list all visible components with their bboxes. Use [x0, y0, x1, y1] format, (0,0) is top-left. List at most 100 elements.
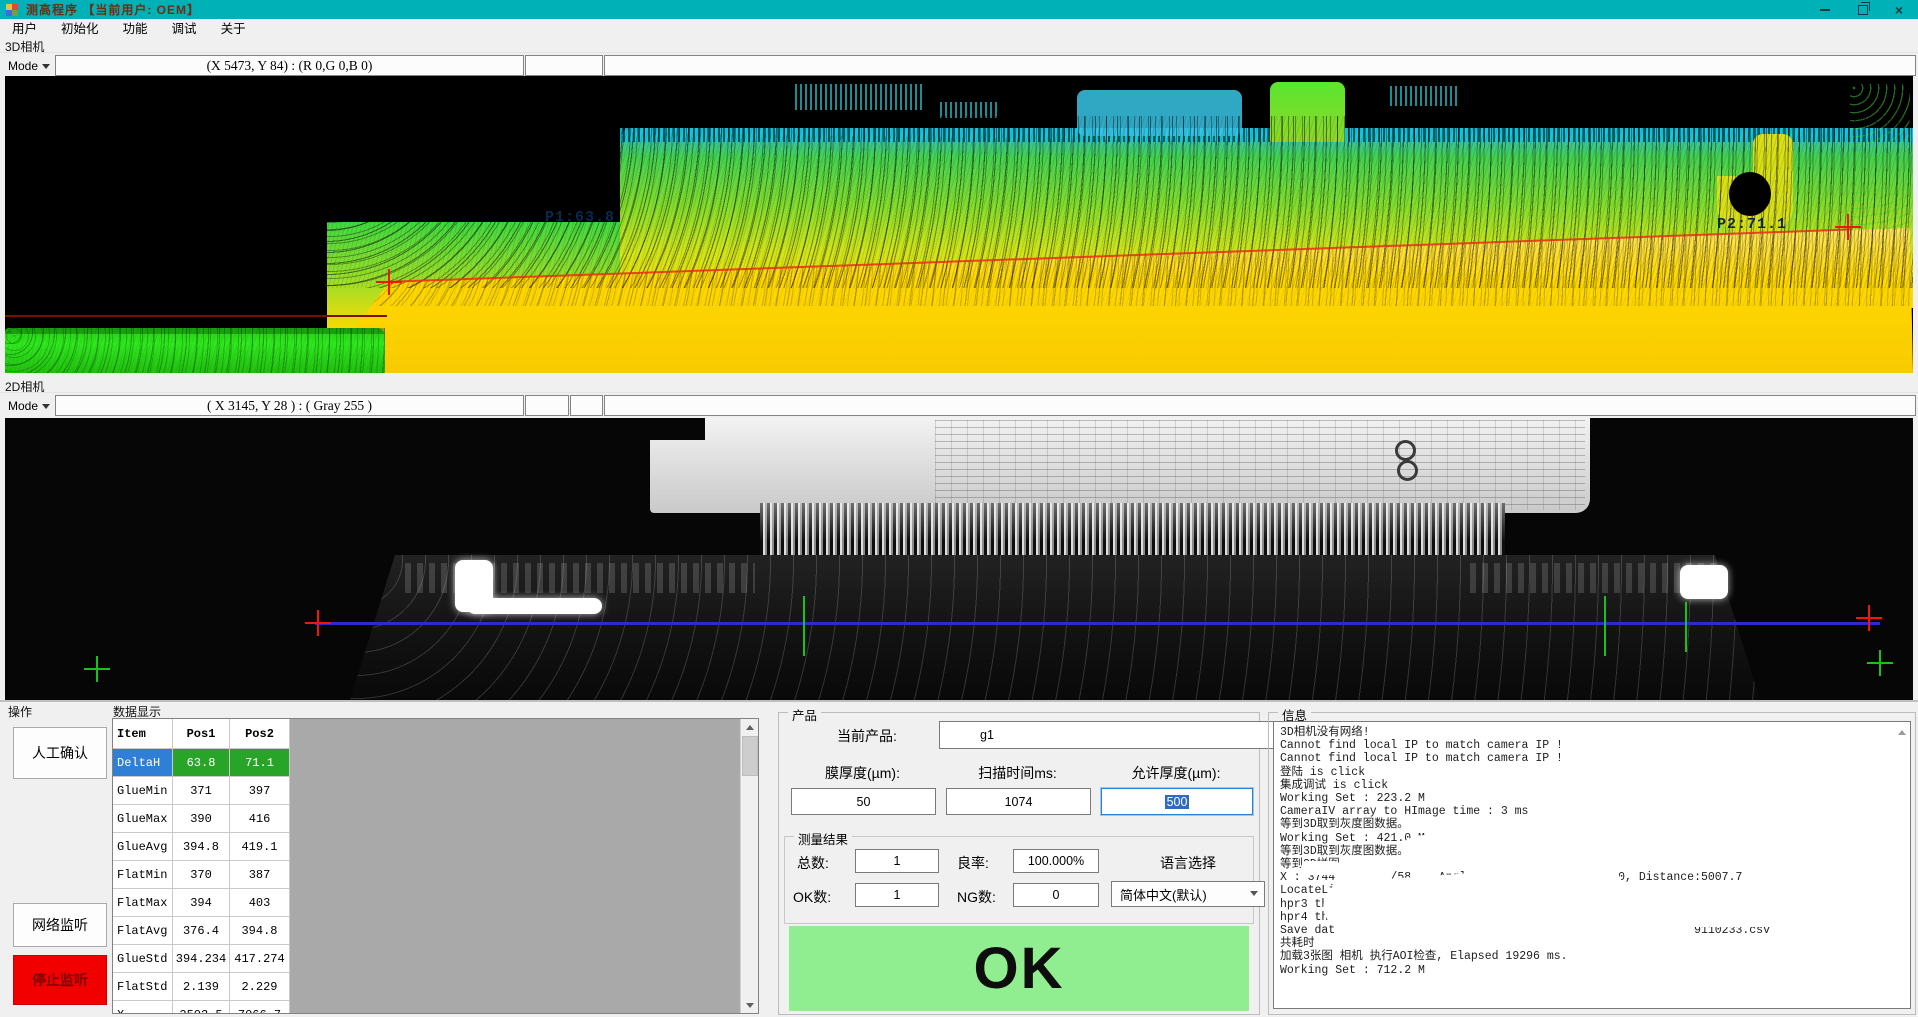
- scroll-down-button[interactable]: [741, 997, 758, 1013]
- table-row[interactable]: FlatMin370387: [113, 861, 290, 889]
- chevron-down-icon: [42, 404, 50, 409]
- green-tick: [1685, 602, 1687, 652]
- pixel-readout-3d: (X 5473, Y 84) : (R 0,G 0,B 0): [55, 55, 524, 76]
- cell-item: GlueMax: [113, 805, 173, 833]
- cell-pos2: 2.229: [230, 973, 290, 1001]
- total-input[interactable]: 1: [855, 849, 939, 873]
- solder-highlight: [467, 598, 602, 614]
- measurement-table[interactable]: ItemPos1Pos2 DeltaH63.871.1GlueMin371397…: [112, 718, 759, 1014]
- menu-item[interactable]: 初始化: [49, 18, 111, 37]
- selected-text: 500: [1165, 795, 1190, 809]
- ng-count-input[interactable]: 0: [1013, 883, 1099, 907]
- reference-line: [5, 315, 387, 317]
- solder-highlight: [1680, 565, 1728, 599]
- camera3d-viewport[interactable]: P1:63.8 P2:71.1: [5, 76, 1913, 373]
- scroll-up-button[interactable]: [1893, 724, 1910, 740]
- menu-item[interactable]: 用户: [0, 18, 49, 37]
- cell-pos2: 403: [230, 889, 290, 917]
- table-header-row: ItemPos1Pos2: [113, 719, 290, 749]
- scroll-up-button[interactable]: [741, 719, 758, 735]
- table-row[interactable]: X2503.57066.7: [113, 1001, 290, 1014]
- cell-item: FlatStd: [113, 973, 173, 1001]
- ok-count-label: OK数:: [793, 887, 831, 907]
- cell-pos1: 2.139: [173, 973, 230, 1001]
- crosshair-marker-p2: [1835, 214, 1861, 240]
- film-thickness-label: 膜厚度(µm):: [791, 763, 934, 783]
- application-window: 测高程序 【当前用户: OEM】 × 用户初始化功能调试关于 3D相机 Mode…: [0, 0, 1918, 1017]
- cell-pos2: 416: [230, 805, 290, 833]
- network-listen-button[interactable]: 网络监听: [13, 903, 107, 947]
- info-log-text: 3D相机没有网络! Cannot find local IP to match …: [1280, 726, 1892, 977]
- noise-speckles: [1390, 86, 1460, 106]
- menu-item[interactable]: 关于: [209, 18, 258, 37]
- minimize-button[interactable]: [1810, 2, 1840, 17]
- menu-bar: 用户初始化功能调试关于: [0, 19, 1918, 36]
- stop-listen-button[interactable]: 停止监听: [13, 955, 107, 1005]
- cell-pos1: 376.4: [173, 917, 230, 945]
- cell-pos2: 419.1: [230, 833, 290, 861]
- circuit-traces: [935, 420, 1585, 510]
- cell-pos1: 390: [173, 805, 230, 833]
- table-header-cell[interactable]: Pos2: [230, 719, 290, 749]
- redaction-smudge: [1301, 861, 1341, 875]
- crosshair-marker-left: [305, 610, 331, 636]
- menu-item[interactable]: 功能: [111, 18, 160, 37]
- window-title: 测高程序 【当前用户: OEM】: [26, 1, 200, 18]
- camera2d-viewport[interactable]: [5, 418, 1913, 700]
- table-header-cell[interactable]: Item: [113, 719, 173, 749]
- mode-dropdown-3d[interactable]: Mode: [4, 55, 54, 77]
- cell-item: FlatMax: [113, 889, 173, 917]
- table-row[interactable]: GlueMin371397: [113, 777, 290, 805]
- table-row[interactable]: FlatStd2.1392.229: [113, 973, 290, 1001]
- pixel-readout-2d: ( X 3145, Y 28 ) : ( Gray 255 ): [55, 395, 524, 416]
- cell-pos2: 7066.7: [230, 1001, 290, 1014]
- table-row[interactable]: GlueMax390416: [113, 805, 290, 833]
- cell-item: DeltaH: [113, 749, 173, 777]
- cell-pos2: 387: [230, 861, 290, 889]
- crosshair-marker-right: [1856, 605, 1882, 631]
- status-cell: [604, 55, 1916, 76]
- scan-time-input[interactable]: 1074: [946, 788, 1091, 815]
- noise-overlay: [350, 555, 1760, 700]
- product-groupbox: 产品 当前产品: g1 膜厚度(µm): 扫描时间ms: 允许厚度(µm): 5…: [778, 712, 1260, 1015]
- cell-pos1: 394.234: [173, 945, 230, 973]
- film-thickness-input[interactable]: 50: [791, 788, 936, 815]
- p2-measurement-label: P2:71.1: [1717, 216, 1787, 233]
- cell-item: GlueStd: [113, 945, 173, 973]
- cell-item: FlatMin: [113, 861, 173, 889]
- yield-input[interactable]: 100.000%: [1013, 849, 1099, 873]
- table-row[interactable]: GlueStd394.234417.274: [113, 945, 290, 973]
- table-scrollbar[interactable]: [740, 719, 758, 1013]
- table-row[interactable]: DeltaH63.871.1: [113, 749, 290, 777]
- noise-overlay: [320, 116, 1913, 288]
- crosshair-marker-green-left: [84, 656, 110, 682]
- maximize-button[interactable]: [1848, 2, 1878, 17]
- cell-pos1: 2503.5: [173, 1001, 230, 1014]
- current-product-label: 当前产品:: [837, 726, 897, 746]
- ok-count-input[interactable]: 1: [855, 883, 939, 907]
- table-row[interactable]: FlatAvg376.4394.8: [113, 917, 290, 945]
- language-label: 语言选择: [1133, 853, 1243, 873]
- manual-confirm-button[interactable]: 人工确认: [13, 727, 107, 779]
- app-icon: [6, 4, 18, 16]
- status-cell: [604, 395, 1916, 416]
- table-row[interactable]: FlatMax394403: [113, 889, 290, 917]
- yield-label: 良率:: [957, 853, 989, 873]
- language-select[interactable]: 简体中文(默认): [1111, 881, 1265, 907]
- current-product-input[interactable]: g1: [939, 721, 1295, 749]
- status-cell: [525, 55, 603, 76]
- cell-pos2: 397: [230, 777, 290, 805]
- table-header-cell[interactable]: Pos1: [173, 719, 230, 749]
- cell-item: FlatAvg: [113, 917, 173, 945]
- trace-loop: [1395, 440, 1416, 461]
- noise-speckles: [795, 84, 925, 110]
- allow-thickness-input[interactable]: 500: [1101, 788, 1253, 815]
- close-button[interactable]: ×: [1884, 2, 1914, 17]
- cell-item: GlueMin: [113, 777, 173, 805]
- scrollbar-thumb[interactable]: [742, 736, 758, 776]
- menu-item[interactable]: 调试: [160, 18, 209, 37]
- mode-dropdown-2d[interactable]: Mode: [4, 395, 54, 417]
- status-cell: [570, 395, 603, 416]
- table-row[interactable]: GlueAvg394.8419.1: [113, 833, 290, 861]
- result-groupbox: 测量结果 总数: 1 良率: 100.000% 语言选择 OK数: 1 NG数:…: [784, 836, 1254, 924]
